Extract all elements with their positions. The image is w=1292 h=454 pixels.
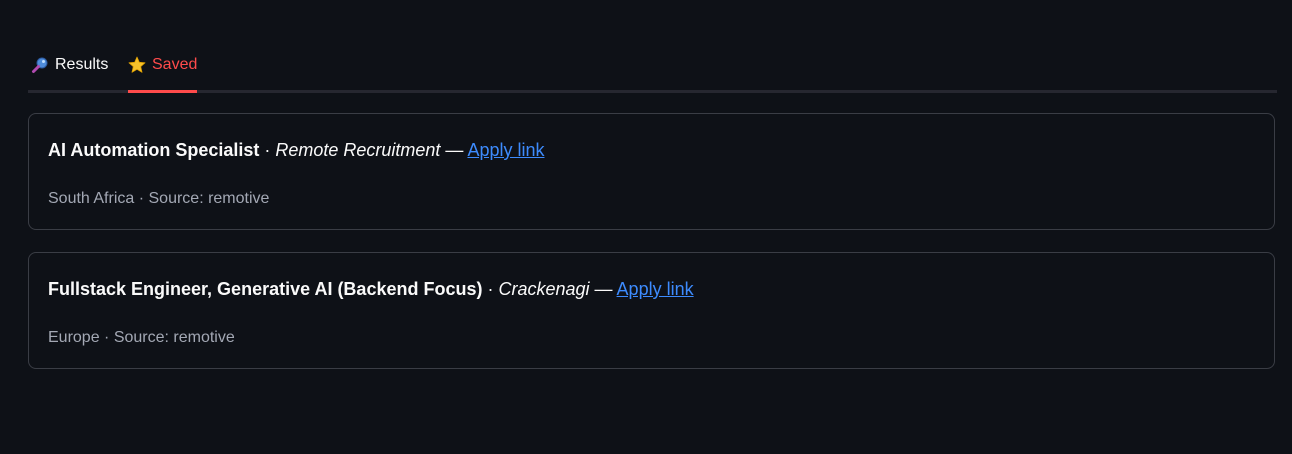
job-card-heading: Fullstack Engineer, Generative AI (Backe…	[48, 277, 694, 301]
company-name: Remote Recruitment	[275, 140, 441, 160]
saved-jobs-page: Results Saved AI Automation Specialist ·…	[0, 0, 1292, 454]
magnifier-icon	[31, 56, 49, 74]
link-dash: —	[440, 140, 468, 160]
tab-saved-label: Saved	[152, 56, 198, 73]
active-tab-indicator	[128, 90, 198, 93]
apply-link[interactable]: Apply link	[467, 140, 544, 160]
tab-saved[interactable]: Saved	[128, 44, 198, 93]
job-title: Fullstack Engineer, Generative AI (Backe…	[48, 279, 483, 299]
title-separator: ·	[482, 279, 499, 299]
job-card: Fullstack Engineer, Generative AI (Backe…	[28, 252, 1275, 369]
tab-results-label: Results	[55, 56, 109, 73]
job-meta: South Africa · Source: remotive	[48, 190, 270, 207]
job-card: AI Automation Specialist · Remote Recrui…	[28, 113, 1275, 230]
apply-link[interactable]: Apply link	[617, 279, 694, 299]
job-card-heading: AI Automation Specialist · Remote Recrui…	[48, 138, 544, 162]
tab-bar-divider	[28, 90, 1277, 93]
link-dash: —	[589, 279, 617, 299]
title-separator: ·	[259, 140, 276, 160]
tab-bar: Results Saved	[28, 44, 1277, 93]
job-meta: Europe · Source: remotive	[48, 329, 235, 346]
job-title: AI Automation Specialist	[48, 140, 260, 160]
company-name: Crackenagi	[498, 279, 590, 299]
star-icon	[128, 56, 146, 74]
tab-results[interactable]: Results	[31, 44, 108, 93]
